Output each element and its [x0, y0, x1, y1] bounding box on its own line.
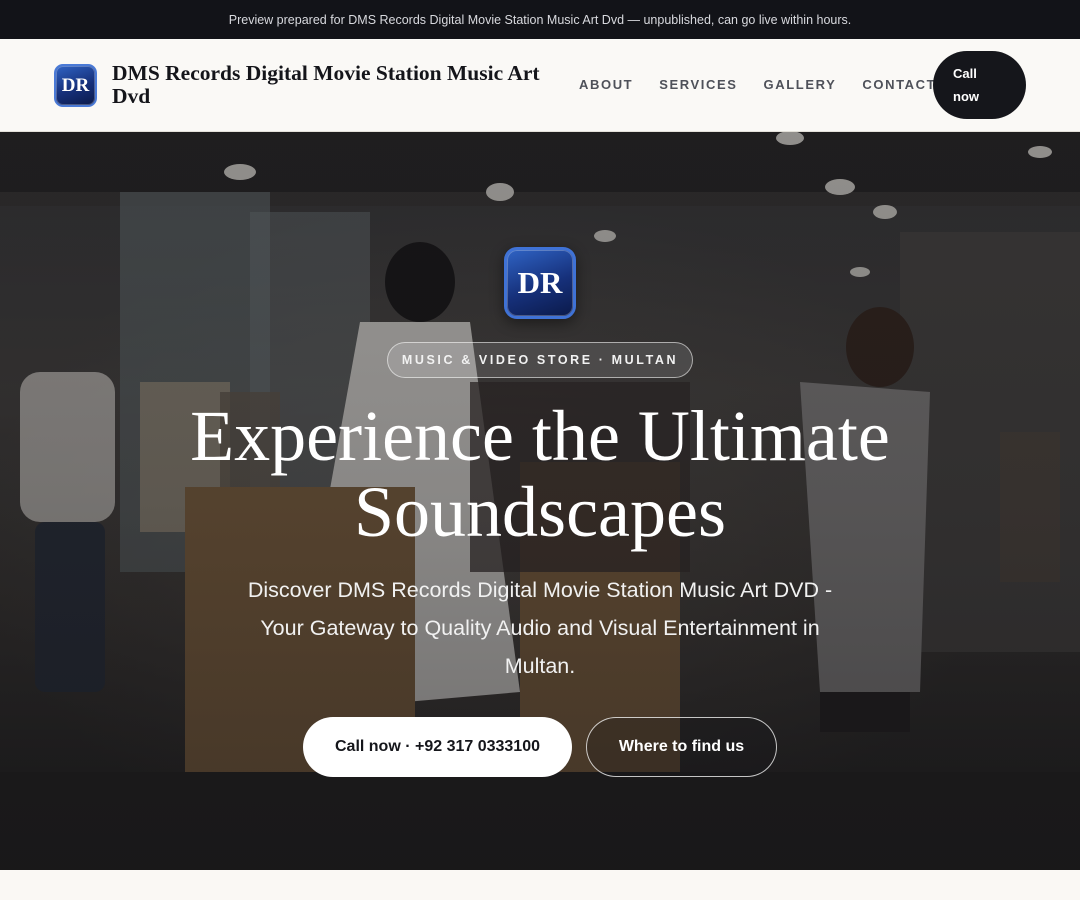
hero-title-line-1: Experience the Ultimate [190, 396, 890, 476]
hero-section: DR MUSIC & VIDEO STORE · MULTAN Experien… [0, 132, 1080, 870]
preview-banner-text: Preview prepared for DMS Records Digital… [228, 12, 852, 27]
brand-name[interactable]: DMS Records Digital Movie Station Music … [112, 62, 572, 108]
nav-about[interactable]: ABOUT [579, 77, 633, 92]
hero-title-line-2: Soundscapes [354, 472, 726, 552]
site-header: DR DMS Records Digital Movie Station Mus… [0, 39, 1080, 132]
main-nav: ABOUT SERVICES GALLERY CONTACT [579, 77, 936, 92]
header-call-label-1: Call [953, 66, 977, 81]
header-call-button[interactable]: Call now [933, 51, 1026, 119]
header-call-label-2: now [953, 89, 979, 104]
preview-banner: Preview prepared for DMS Records Digital… [0, 0, 1080, 39]
hero-logo-initials: DR [517, 265, 563, 300]
hero-category-badge: MUSIC & VIDEO STORE · MULTAN [387, 342, 693, 378]
where-to-find-us-button[interactable]: Where to find us [586, 717, 777, 777]
brand-logo-initials: DR [61, 74, 90, 96]
next-section [0, 870, 1080, 900]
hero-subtitle: Discover DMS Records Digital Movie Stati… [247, 578, 833, 678]
nav-services[interactable]: SERVICES [659, 77, 737, 92]
brand-logo[interactable]: DR [54, 64, 97, 107]
nav-contact[interactable]: CONTACT [862, 77, 936, 92]
hero-title: Experience the Ultimate Soundscapes [140, 398, 940, 550]
nav-gallery[interactable]: GALLERY [764, 77, 837, 92]
call-now-button[interactable]: Call now · +92 317 0333100 [303, 717, 572, 777]
hero-logo: DR [504, 247, 576, 319]
